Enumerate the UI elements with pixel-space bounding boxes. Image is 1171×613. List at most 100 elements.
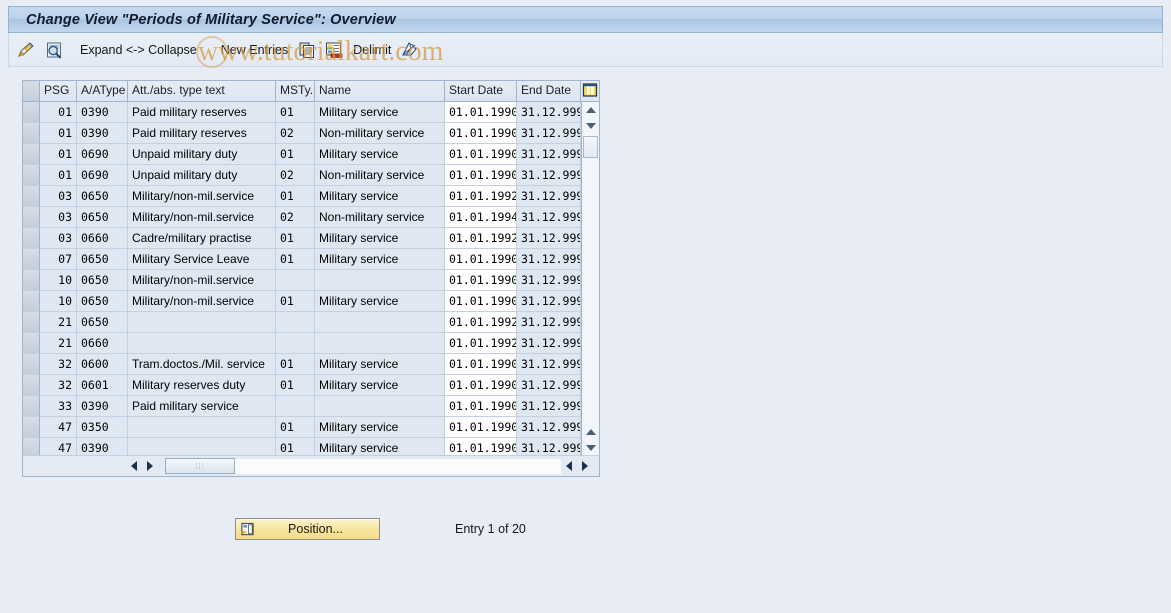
variant-icon[interactable]	[324, 40, 344, 60]
cell-aatype[interactable]: 0650	[77, 270, 128, 291]
cell-type-text[interactable]	[128, 438, 276, 456]
cell-start-date[interactable]: 01.01.1992	[445, 186, 517, 207]
cell-type-text[interactable]: Military/non-mil.service	[128, 291, 276, 312]
table-row[interactable]: 10 0650 Military/non-mil.service 01.01.1990…	[23, 270, 599, 291]
cell-name[interactable]: Military service	[315, 249, 445, 270]
table-row[interactable]: 03 0650 Military/non-mil.service 02 Non-mili…	[23, 207, 599, 228]
scroll-right-button[interactable]	[142, 458, 158, 475]
cell-name[interactable]: Non-military service	[315, 165, 445, 186]
search-document-icon[interactable]	[44, 40, 64, 60]
row-select-button[interactable]	[23, 375, 40, 396]
cell-aatype[interactable]: 0690	[77, 165, 128, 186]
cell-type-text[interactable]: Military reserves duty	[128, 375, 276, 396]
cell-start-date[interactable]: 01.01.1990	[445, 354, 517, 375]
cell-msty[interactable]: 01	[276, 354, 315, 375]
new-entries-button[interactable]: New Entries	[221, 43, 288, 57]
cell-name[interactable]: Non-military service	[315, 123, 445, 144]
cell-psg[interactable]: 01	[40, 144, 77, 165]
cell-end-date[interactable]: 31.12.999	[517, 270, 581, 291]
cell-start-date[interactable]: 01.01.1992	[445, 228, 517, 249]
cell-start-date[interactable]: 01.01.1990	[445, 291, 517, 312]
cell-start-date[interactable]: 01.01.1994	[445, 207, 517, 228]
table-row[interactable]: 47 0390 01 Military service 01.01.1990 31.12.…	[23, 438, 599, 456]
column-header-start-date[interactable]: Start Date	[445, 81, 517, 101]
table-row[interactable]: 03 0650 Military/non-mil.service 01 Military…	[23, 186, 599, 207]
cell-aatype[interactable]: 0650	[77, 291, 128, 312]
cell-end-date[interactable]: 31.12.999	[517, 417, 581, 438]
scroll-page-up-button[interactable]	[582, 424, 599, 440]
cell-aatype[interactable]: 0390	[77, 438, 128, 456]
expand-collapse-button[interactable]: Expand <-> Collapse	[80, 43, 197, 57]
cell-psg[interactable]: 03	[40, 228, 77, 249]
cell-type-text[interactable]: Unpaid military duty	[128, 144, 276, 165]
cell-aatype[interactable]: 0350	[77, 417, 128, 438]
table-row[interactable]: 01 0690 Unpaid military duty 01 Military ser…	[23, 144, 599, 165]
cell-msty[interactable]: 02	[276, 123, 315, 144]
cell-end-date[interactable]: 31.12.999	[517, 123, 581, 144]
cell-start-date[interactable]: 01.01.1990	[445, 102, 517, 123]
row-select-button[interactable]	[23, 207, 40, 228]
cell-type-text[interactable]: Paid military reserves	[128, 123, 276, 144]
cell-aatype[interactable]: 0600	[77, 354, 128, 375]
cell-start-date[interactable]: 01.01.1990	[445, 396, 517, 417]
cell-start-date[interactable]: 01.01.1990	[445, 438, 517, 456]
column-header-aatype[interactable]: A/AType	[77, 81, 128, 101]
cell-name[interactable]	[315, 396, 445, 417]
cell-psg[interactable]: 10	[40, 291, 77, 312]
cell-aatype[interactable]: 0690	[77, 144, 128, 165]
cell-msty[interactable]: 01	[276, 102, 315, 123]
cell-psg[interactable]: 47	[40, 438, 77, 456]
vertical-scrollbar[interactable]	[581, 102, 599, 456]
cell-end-date[interactable]: 31.12.999	[517, 354, 581, 375]
row-select-button[interactable]	[23, 312, 40, 333]
cell-type-text[interactable]: Paid military service	[128, 396, 276, 417]
cell-msty[interactable]: 01	[276, 228, 315, 249]
cell-psg[interactable]: 21	[40, 333, 77, 354]
cell-start-date[interactable]: 01.01.1990	[445, 270, 517, 291]
cell-name[interactable]: Military service	[315, 438, 445, 456]
cell-psg[interactable]: 21	[40, 312, 77, 333]
undelimit-icon[interactable]	[399, 40, 419, 60]
cell-start-date[interactable]: 01.01.1990	[445, 144, 517, 165]
scroll-down-button[interactable]	[582, 118, 599, 134]
cell-type-text[interactable]: Cadre/military practise	[128, 228, 276, 249]
row-select-button[interactable]	[23, 396, 40, 417]
cell-end-date[interactable]: 31.12.999	[517, 375, 581, 396]
cell-type-text[interactable]: Military/non-mil.service	[128, 186, 276, 207]
cell-msty[interactable]	[276, 312, 315, 333]
column-header-end-date[interactable]: End Date	[517, 81, 581, 101]
scroll-left-button[interactable]	[126, 458, 142, 475]
cell-type-text[interactable]: Military/non-mil.service	[128, 270, 276, 291]
cell-psg[interactable]: 03	[40, 207, 77, 228]
cell-name[interactable]	[315, 333, 445, 354]
row-select-button[interactable]	[23, 333, 40, 354]
table-row[interactable]: 01 0390 Paid military reserves 02 Non-milita…	[23, 123, 599, 144]
table-row[interactable]: 03 0660 Cadre/military practise 01 Military …	[23, 228, 599, 249]
cell-start-date[interactable]: 01.01.1990	[445, 123, 517, 144]
horizontal-scrollbar[interactable]: ⁞⁞⁞	[23, 455, 599, 476]
scroll-up-button[interactable]	[582, 102, 599, 118]
cell-aatype[interactable]: 0601	[77, 375, 128, 396]
cell-end-date[interactable]: 31.12.999	[517, 228, 581, 249]
cell-start-date[interactable]: 01.01.1992	[445, 312, 517, 333]
row-select-button[interactable]	[23, 291, 40, 312]
scroll-page-right-button[interactable]	[577, 458, 593, 475]
cell-psg[interactable]: 03	[40, 186, 77, 207]
row-select-button[interactable]	[23, 165, 40, 186]
position-button[interactable]: Position...	[235, 518, 380, 540]
cell-name[interactable]	[315, 270, 445, 291]
table-row[interactable]: 01 0390 Paid military reserves 01 Military s…	[23, 102, 599, 123]
table-settings-icon[interactable]	[581, 81, 599, 101]
cell-start-date[interactable]: 01.01.1990	[445, 165, 517, 186]
cell-type-text[interactable]: Military/non-mil.service	[128, 207, 276, 228]
cell-aatype[interactable]: 0390	[77, 102, 128, 123]
cell-msty[interactable]: 02	[276, 165, 315, 186]
cell-name[interactable]: Military service	[315, 375, 445, 396]
cell-msty[interactable]	[276, 396, 315, 417]
cell-type-text[interactable]: Unpaid military duty	[128, 165, 276, 186]
cell-type-text[interactable]	[128, 417, 276, 438]
scrollbar-thumb[interactable]	[583, 136, 598, 158]
scrollbar-track[interactable]	[582, 158, 599, 424]
cell-start-date[interactable]: 01.01.1990	[445, 417, 517, 438]
cell-name[interactable]: Military service	[315, 186, 445, 207]
